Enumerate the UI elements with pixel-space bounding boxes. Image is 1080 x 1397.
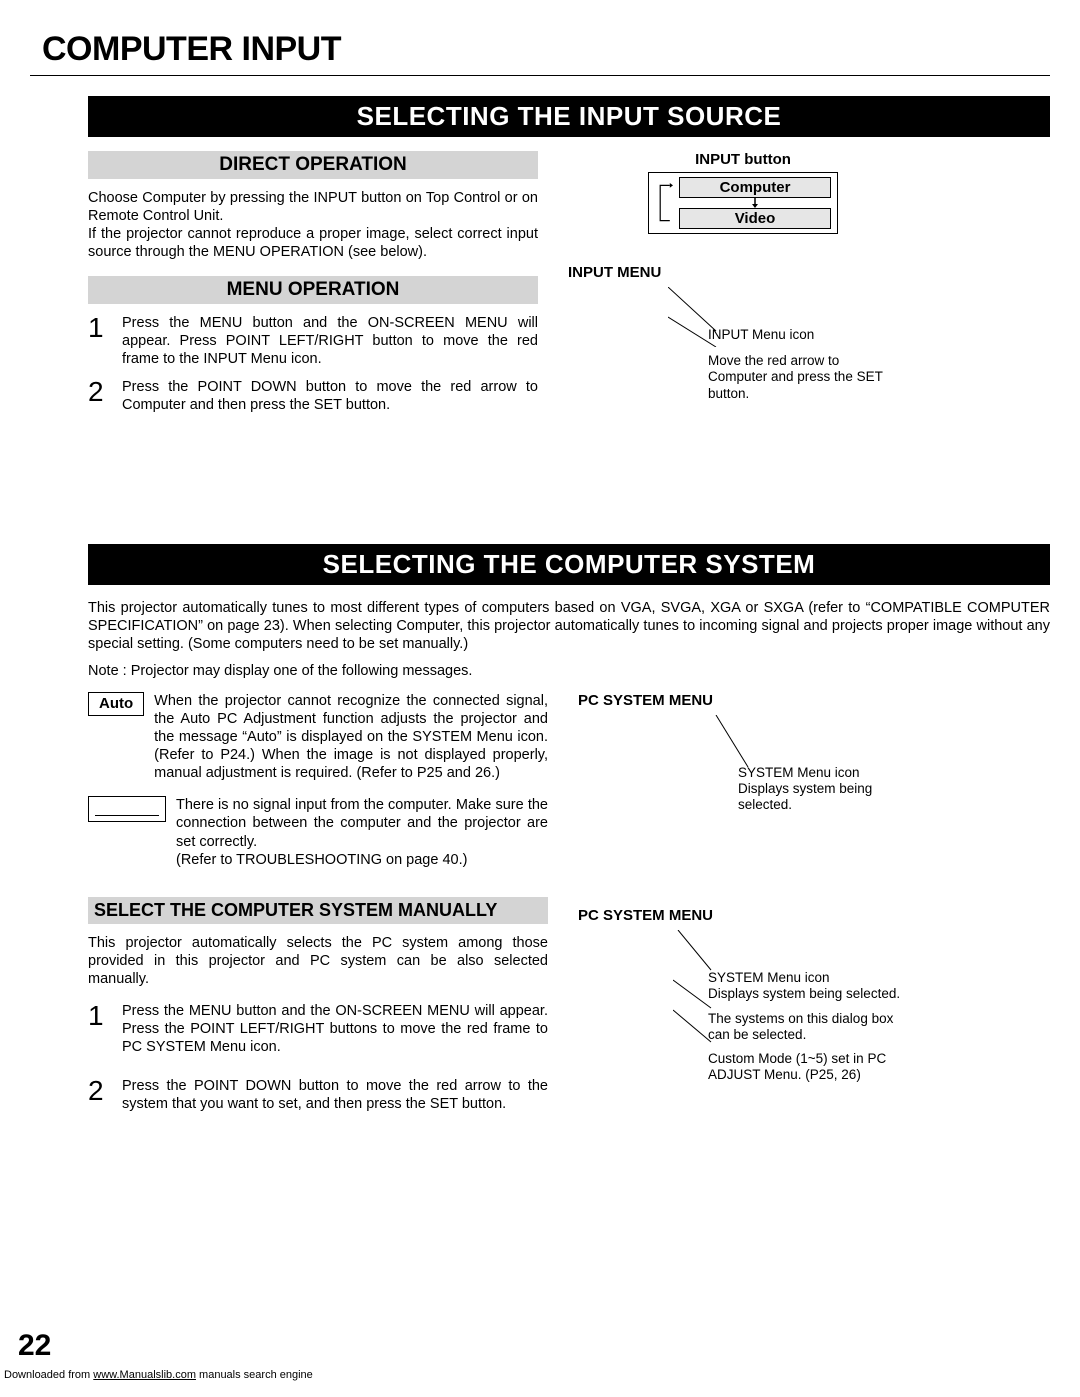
callout-system-menu-icon-2: SYSTEM Menu icon Displays system being s… [708,970,938,1002]
section2-banner: SELECTING THE COMPUTER SYSTEM [88,544,1050,585]
no-signal-description: There is no signal input from the comput… [176,796,548,869]
footer-pre: Downloaded from [4,1369,93,1381]
manual-step1-text: Press the MENU button and the ON-SCREEN … [122,1002,548,1056]
menu-operation-heading: MENU OPERATION [88,276,538,304]
pc-system-callout-1: SYSTEM Menu icon Displays system being s… [578,715,1050,814]
callout-systems-selectable: The systems on this dialog box can be se… [708,1011,918,1043]
direct-operation-text: Choose Computer by pressing the INPUT bu… [88,189,538,262]
step-number-2: 2 [88,378,110,414]
section1-banner: SELECTING THE INPUT SOURCE [88,96,1050,137]
pc-system-menu-label-1: PC SYSTEM MENU [578,692,1050,709]
menu-step1-text: Press the MENU button and the ON-SCREEN … [122,314,538,368]
callout-input-menu-icon: INPUT Menu icon [708,327,1050,343]
input-button-label: INPUT button [648,151,838,168]
section2-intro: This projector automatically tunes to mo… [88,599,1050,653]
page-title: COMPUTER INPUT [42,30,1050,69]
auto-label-box: Auto [88,692,144,716]
manual-step-number-1: 1 [88,1002,110,1056]
auto-description: When the projector cannot recognize the … [154,692,548,783]
input-option-video: Video [679,208,831,229]
section2-note: Note : Projector may display one of the … [88,662,1050,680]
step-number-1: 1 [88,314,110,368]
input-menu-label: INPUT MENU [568,264,1050,281]
manual-select-intro: This projector automatically selects the… [88,934,548,988]
pc-system-menu-label-2: PC SYSTEM MENU [578,907,1050,924]
footer-link[interactable]: www.Manualslib.com [93,1369,196,1381]
manual-select-heading: SELECT THE COMPUTER SYSTEM MANUALLY [88,897,548,924]
down-arrow-icon [679,198,831,208]
callout-custom-mode: Custom Mode (1~5) set in PC ADJUST Menu.… [708,1051,918,1083]
blank-signal-box [88,796,166,822]
page-number: 22 [18,1329,51,1363]
footer-line: Downloaded from www.Manualslib.com manua… [4,1369,313,1381]
manual-step2-text: Press the POINT DOWN button to move the … [122,1077,548,1113]
callout-red-arrow: Move the red arrow to Computer and press… [708,353,888,402]
cycle-arrow-icon [655,179,675,227]
manual-step-number-2: 2 [88,1077,110,1113]
direct-operation-heading: DIRECT OPERATION [88,151,538,179]
title-rule [30,75,1050,76]
input-menu-callouts: INPUT Menu icon Move the red arrow to Co… [568,287,1050,402]
input-button-diagram: INPUT button Computer Video [648,151,838,234]
footer-post: manuals search engine [196,1369,313,1381]
menu-step2-text: Press the POINT DOWN button to move the … [122,378,538,414]
input-option-computer: Computer [679,177,831,198]
pc-system-callout-2: SYSTEM Menu icon Displays system being s… [578,930,1050,1083]
